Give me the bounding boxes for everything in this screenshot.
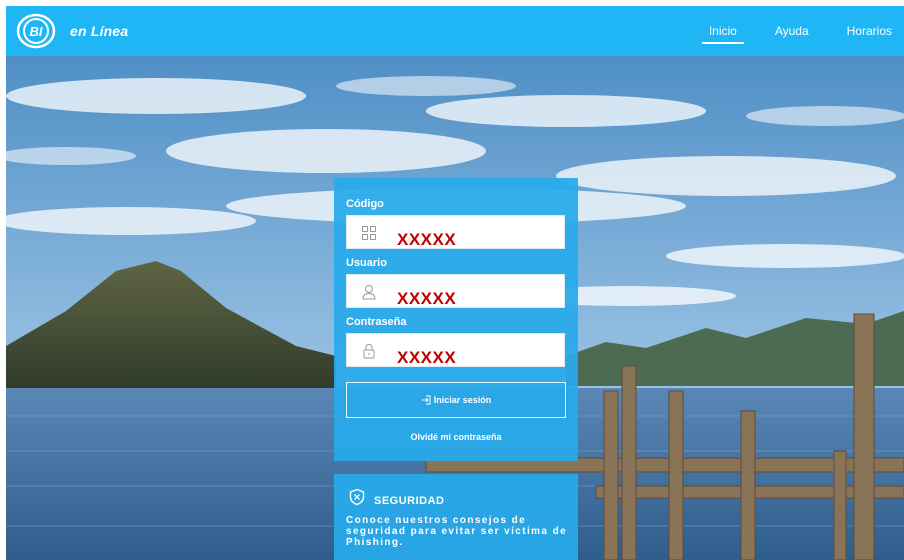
usuario-value: XXXXX <box>397 289 457 308</box>
security-text: Conoce nuestros consejos de seguridad pa… <box>346 515 568 548</box>
usuario-field[interactable]: XXXXX <box>346 274 565 308</box>
nav-ayuda[interactable]: Ayuda <box>763 6 821 56</box>
sign-in-icon <box>421 395 431 405</box>
bi-logo-icon: BI <box>16 13 56 49</box>
login-button-label: Iniciar sesión <box>433 395 492 405</box>
password-label: Contraseña <box>346 316 407 328</box>
security-panel[interactable]: SEGURIDAD Conoce nuestros consejos de se… <box>334 474 578 560</box>
grid-icon <box>362 226 376 240</box>
nav-inicio[interactable]: Inicio <box>697 6 749 56</box>
codigo-label: Código <box>346 198 384 210</box>
brand-logo[interactable]: BI en Línea <box>12 9 128 53</box>
password-value: XXXXX <box>397 348 457 367</box>
security-title: SEGURIDAD <box>374 495 445 507</box>
user-icon <box>362 285 376 300</box>
main-nav: Inicio Ayuda Horarios <box>683 6 904 56</box>
usuario-label: Usuario <box>346 257 387 269</box>
lock-icon <box>363 343 375 359</box>
password-field[interactable]: XXXXX <box>346 333 565 367</box>
svg-text:BI: BI <box>30 24 43 39</box>
top-navigation-bar: BI en Línea Inicio Ayuda Horarios <box>6 6 904 56</box>
page: BI en Línea Inicio Ayuda Horarios Código… <box>6 6 904 560</box>
codigo-value: XXXXX <box>397 230 457 249</box>
nav-horarios[interactable]: Horarios <box>835 6 904 56</box>
login-card: Código XXXXX Usuario XXXXX Contraseña XX… <box>334 178 578 461</box>
shield-icon <box>349 488 365 506</box>
login-button[interactable]: Iniciar sesión <box>346 382 566 418</box>
logo-text: en Línea <box>70 23 129 39</box>
codigo-field[interactable]: XXXXX <box>346 215 565 249</box>
forgot-password-link[interactable]: Olvidé mi contraseña <box>334 432 578 442</box>
